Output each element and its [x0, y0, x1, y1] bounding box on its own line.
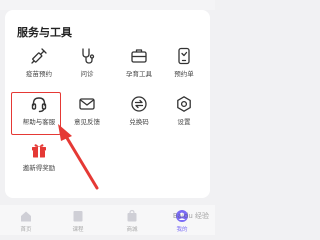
exchange-icon: [131, 96, 147, 112]
highlight-box: [11, 92, 61, 135]
syringe-icon: [31, 48, 47, 64]
mail-icon: [79, 98, 95, 110]
tab-mall[interactable]: 商城: [112, 209, 152, 233]
top-strip: [0, 0, 215, 10]
tab-label: 首页: [20, 227, 32, 233]
section-title: 服务与工具: [17, 26, 72, 39]
tool-consult[interactable]: 问诊: [63, 47, 111, 87]
tool-invite-reward[interactable]: 邀新得奖励: [15, 141, 63, 181]
tool-redeem-code[interactable]: 兑换码: [115, 95, 163, 135]
tool-appointment-list[interactable]: 预约单: [160, 47, 208, 87]
tab-home[interactable]: 首页: [6, 209, 46, 233]
tab-label: 我的: [176, 227, 188, 233]
tool-settings[interactable]: 设置: [160, 95, 208, 135]
shopping-bag-icon: [127, 209, 137, 222]
tab-courses[interactable]: 课程: [58, 209, 98, 233]
tool-pregnancy-tools[interactable]: 孕育工具: [115, 47, 163, 87]
tool-label: 设置: [177, 118, 191, 126]
consult-icon: [82, 48, 95, 64]
tool-label: 意见反馈: [74, 118, 100, 126]
tool-label: 预约单: [174, 70, 194, 78]
tool-label: 问诊: [80, 70, 94, 78]
tab-label: 商城: [126, 227, 138, 233]
briefcase-icon: [131, 49, 147, 63]
phone-icon: [178, 47, 190, 65]
gear-icon: [177, 96, 191, 112]
tool-label: 邀新得奖励: [22, 164, 56, 172]
book-icon: [73, 211, 83, 222]
tool-feedback[interactable]: 意见反馈: [63, 95, 111, 135]
tab-label: 课程: [72, 227, 84, 233]
tool-vaccine-appointment[interactable]: 疫苗预约: [15, 47, 63, 87]
home-icon: [21, 211, 31, 222]
gift-icon: [32, 144, 46, 158]
watermark: Baidu 经验: [172, 212, 209, 220]
